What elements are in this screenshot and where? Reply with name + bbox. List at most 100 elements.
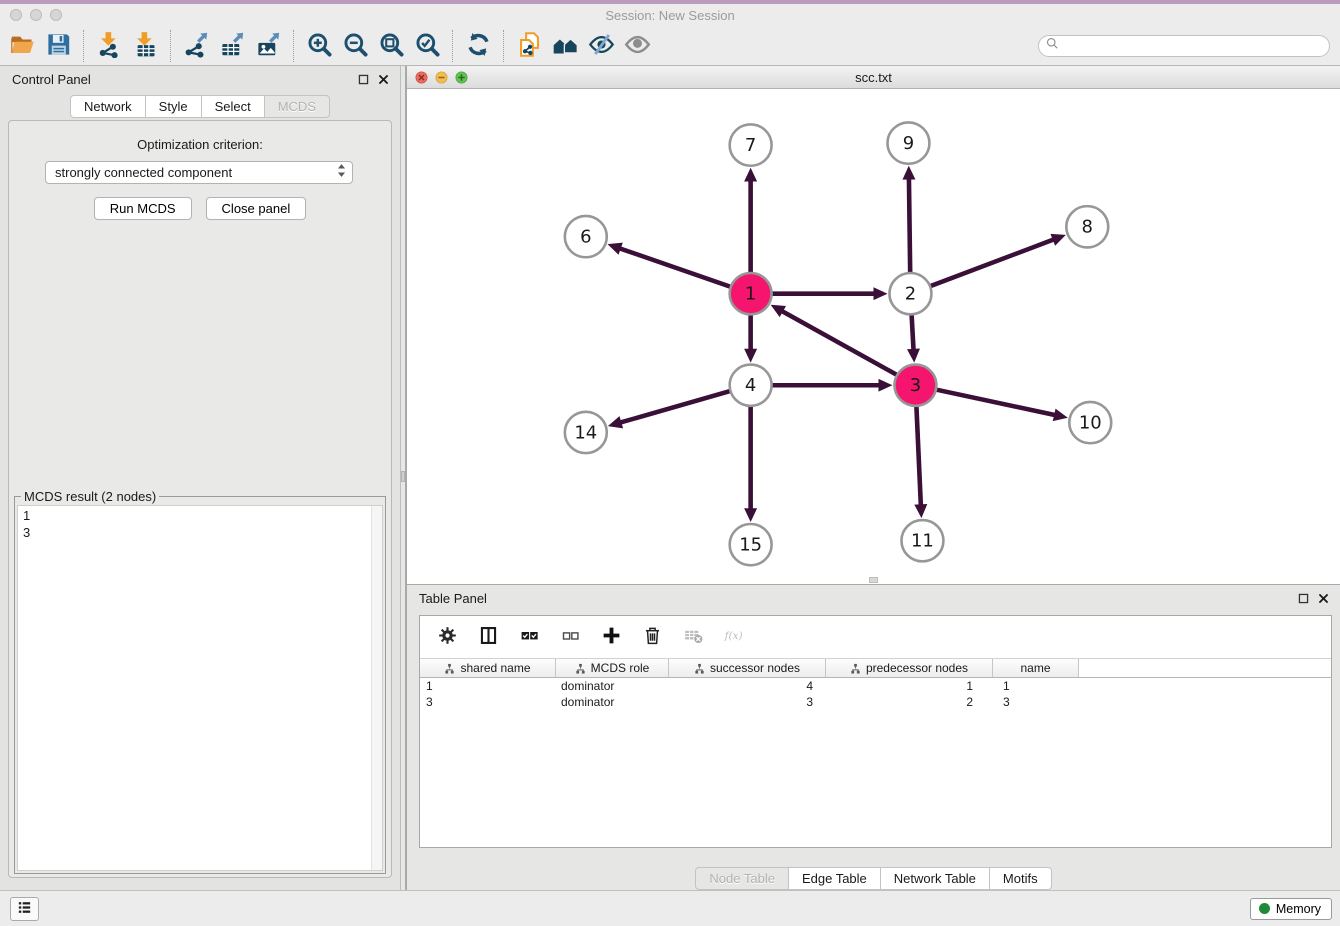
tab-mcds[interactable]: MCDS [265,95,330,118]
memory-button[interactable]: Memory [1250,898,1332,920]
zoom-fit-icon [378,31,405,61]
import-network-button[interactable] [91,29,127,63]
export-table-button[interactable] [214,29,250,63]
show-all-button[interactable] [619,29,655,63]
result-scrollbar[interactable] [371,506,382,870]
toolbar-separator [83,30,84,62]
edge-arrow-4-3 [878,379,892,392]
network-view-window: scc.txt 1234678910111415 [406,66,1340,584]
horizontal-splitter-handle[interactable] [869,577,878,583]
table-bottom-strip [407,848,1340,861]
deselect-all-button[interactable] [559,626,581,648]
column-header-MCDS-role[interactable]: MCDS role [556,659,669,677]
control-panel-float-button[interactable] [357,73,370,86]
zoom-selected-button[interactable] [409,29,445,63]
table-row[interactable]: 3dominator323 [420,694,1331,710]
delete-button[interactable] [641,626,663,648]
cell-MCDS-role[interactable]: dominator [556,695,669,709]
cell-MCDS-role[interactable]: dominator [556,679,669,693]
refresh-button[interactable] [460,29,496,63]
open-folder-icon [9,31,36,61]
zoom-in-button[interactable] [301,29,337,63]
gear-button[interactable] [436,626,458,648]
cell-predecessor-nodes[interactable]: 2 [826,695,993,709]
splitter-handle[interactable] [401,471,405,482]
table-row[interactable]: 1dominator411 [420,678,1331,694]
open-folder-button[interactable] [4,29,40,63]
node-label-3: 3 [910,375,921,396]
run-mcds-button[interactable]: Run MCDS [94,197,192,220]
copy-network-icon [516,31,543,61]
control-panel-close-button[interactable] [377,73,390,86]
edge-2-8[interactable] [930,239,1056,287]
select-all-button[interactable] [518,626,540,648]
tab-style[interactable]: Style [146,95,202,118]
table-tab-node-table[interactable]: Node Table [695,867,789,890]
cell-successor-nodes[interactable]: 4 [669,679,826,693]
edge-2-3[interactable] [912,314,914,351]
table-tab-edge-table[interactable]: Edge Table [789,867,881,890]
cell-name[interactable]: 3 [993,695,1079,709]
table-panel-header: Table Panel [407,585,1340,611]
task-list-icon [16,899,33,919]
control-panel: Control Panel NetworkStyleSelectMCDS Opt… [0,66,400,890]
mcds-result-text: 1 3 [18,506,371,870]
table-panel-title: Table Panel [419,591,487,606]
tab-select[interactable]: Select [202,95,265,118]
column-label: name [1020,661,1050,675]
columns-button[interactable] [477,626,499,648]
criterion-select[interactable]: strongly connected component [45,161,353,184]
close-panel-button[interactable]: Close panel [206,197,307,220]
cell-successor-nodes[interactable]: 3 [669,695,826,709]
edge-2-9[interactable] [909,177,910,273]
edge-4-14[interactable] [618,391,730,423]
fx-icon: f(x) [724,625,745,649]
import-table-button[interactable] [127,29,163,63]
mcds-result-title: MCDS result (2 nodes) [21,489,159,504]
toolbar-separator [170,30,171,62]
tab-network[interactable]: Network [70,95,146,118]
network-canvas[interactable]: 1234678910111415 [407,89,1340,584]
task-history-button[interactable] [10,897,39,921]
import-network-icon [96,31,123,61]
memory-status-dot [1259,903,1270,914]
add-column-button[interactable] [600,626,622,648]
node-label-8: 8 [1082,217,1093,238]
hide-selection-button[interactable] [583,29,619,63]
fx-button: f(x) [723,626,745,648]
table-panel-float-button[interactable] [1297,592,1310,605]
cell-shared-name[interactable]: 1 [420,679,556,693]
window-title: Session: New Session [0,8,1340,23]
table-tab-network-table[interactable]: Network Table [881,867,990,890]
table-panel-close-button[interactable] [1317,592,1330,605]
search-box[interactable] [1038,35,1330,57]
column-header-name[interactable]: name [993,659,1079,677]
export-network-button[interactable] [178,29,214,63]
cell-name[interactable]: 1 [993,679,1079,693]
network-graph[interactable]: 1234678910111415 [407,89,1340,584]
save-button[interactable] [40,29,76,63]
node-label-10: 10 [1079,413,1102,434]
table-tab-motifs[interactable]: Motifs [990,867,1052,890]
zoom-fit-button[interactable] [373,29,409,63]
edge-3-1[interactable] [780,310,897,375]
edge-3-10[interactable] [936,390,1057,416]
column-header-shared-name[interactable]: shared name [420,659,556,677]
cell-predecessor-nodes[interactable]: 1 [826,679,993,693]
edge-arrow-4-15 [744,508,757,522]
toolbar-separator [452,30,453,62]
column-header-predecessor-nodes[interactable]: predecessor nodes [826,659,993,677]
edge-1-6[interactable] [618,248,731,287]
cell-shared-name[interactable]: 3 [420,695,556,709]
home-button[interactable] [547,29,583,63]
copy-network-button[interactable] [511,29,547,63]
select-stepper-icon [335,162,348,184]
table-body: 1dominator4113dominator323 [420,678,1331,710]
export-image-button[interactable] [250,29,286,63]
edge-3-11[interactable] [916,406,921,507]
column-header-successor-nodes[interactable]: successor nodes [669,659,826,677]
search-input[interactable] [1060,37,1329,55]
zoom-out-button[interactable] [337,29,373,63]
column-label: shared name [460,661,530,675]
edge-arrow-1-4 [744,349,757,363]
